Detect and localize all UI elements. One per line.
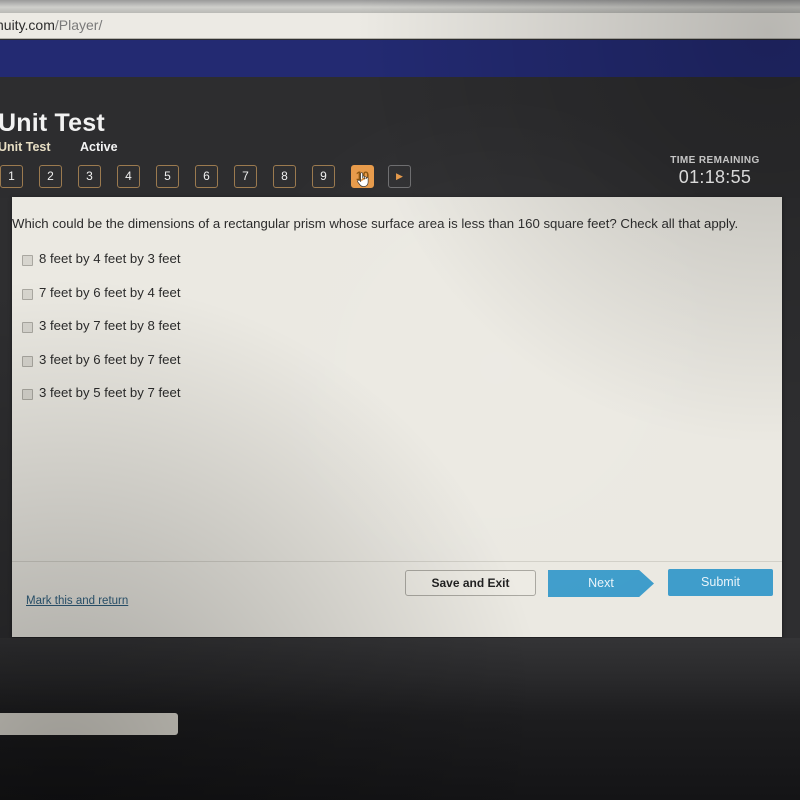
- answer-option-label: 3 feet by 6 feet by 7 feet: [39, 351, 181, 367]
- answer-option-row[interactable]: 7 feet by 6 feet by 4 feet: [12, 284, 512, 320]
- app-header: Unit Test Unit Test Active 1 2 3 4 5 6 7…: [0, 77, 800, 198]
- answer-option-label: 8 feet by 4 feet by 3 feet: [39, 251, 181, 266]
- time-remaining-label: TIME REMAINING: [670, 155, 760, 166]
- laptop-screen: nuity.com/Player/ Unit Test Unit Test Ac…: [0, 0, 800, 662]
- pager-button-10[interactable]: 10: [351, 165, 374, 188]
- pager-button-3[interactable]: 3: [78, 165, 101, 188]
- url-path: /Player/: [54, 17, 103, 33]
- checkbox-icon[interactable]: [22, 255, 33, 266]
- url-domain: nuity.com: [0, 17, 55, 33]
- taskbar-strip: [0, 713, 178, 735]
- answer-option-label: 3 feet by 5 feet by 7 feet: [39, 385, 181, 400]
- checkbox-icon[interactable]: [22, 389, 33, 400]
- save-and-exit-button[interactable]: Save and Exit: [405, 570, 536, 596]
- time-remaining-value: 01:18:55: [678, 167, 752, 187]
- answer-option-label: 3 feet by 7 feet by 8 feet: [39, 318, 181, 333]
- browser-address-bar[interactable]: nuity.com/Player/: [0, 13, 800, 39]
- time-remaining-block: TIME REMAINING 01:18:55: [640, 155, 790, 188]
- checkbox-icon[interactable]: [22, 288, 33, 300]
- answer-option-row[interactable]: 3 feet by 7 feet by 8 feet: [12, 318, 512, 353]
- question-panel: Which could be the dimensions of a recta…: [12, 197, 782, 637]
- address-bar-text: nuity.com/Player/: [0, 17, 102, 33]
- photo-of-screen: nuity.com/Player/ Unit Test Unit Test Ac…: [0, 0, 800, 800]
- pager-next-arrow-button[interactable]: ▶: [388, 165, 411, 188]
- pager-button-6[interactable]: 6: [195, 165, 218, 188]
- pager-button-7[interactable]: 7: [234, 165, 257, 188]
- pager-button-2[interactable]: 2: [39, 165, 62, 188]
- answer-option-row[interactable]: 3 feet by 5 feet by 7 feet: [12, 385, 512, 420]
- answer-option-label: 7 feet by 6 feet by 4 feet: [39, 284, 181, 300]
- answer-options-list: 8 feet by 4 feet by 3 feet 7 feet by 6 f…: [12, 251, 512, 420]
- app-banner: [0, 40, 800, 77]
- checkbox-icon[interactable]: [22, 355, 33, 367]
- panel-divider: [12, 561, 782, 562]
- question-prompt: Which could be the dimensions of a recta…: [12, 216, 739, 231]
- checkbox-icon[interactable]: [22, 322, 33, 333]
- pager-button-9[interactable]: 9: [312, 165, 335, 188]
- answer-option-row[interactable]: 8 feet by 4 feet by 3 feet: [12, 251, 512, 286]
- submit-button[interactable]: Submit: [668, 569, 773, 596]
- pager-button-4[interactable]: 4: [117, 165, 140, 188]
- answer-option-row[interactable]: 3 feet by 6 feet by 7 feet: [12, 351, 512, 387]
- page-title: Unit Test: [0, 109, 105, 137]
- tab-active[interactable]: Active: [80, 140, 118, 154]
- browser-toolbar: [0, 0, 800, 13]
- pager-button-8[interactable]: 8: [273, 165, 296, 188]
- tab-unit-test[interactable]: Unit Test: [0, 140, 51, 154]
- pager-button-1[interactable]: 1: [0, 165, 23, 188]
- pager-button-5[interactable]: 5: [156, 165, 179, 188]
- next-button[interactable]: Next: [548, 570, 654, 597]
- mark-this-and-return-link[interactable]: Mark this and return: [26, 595, 128, 607]
